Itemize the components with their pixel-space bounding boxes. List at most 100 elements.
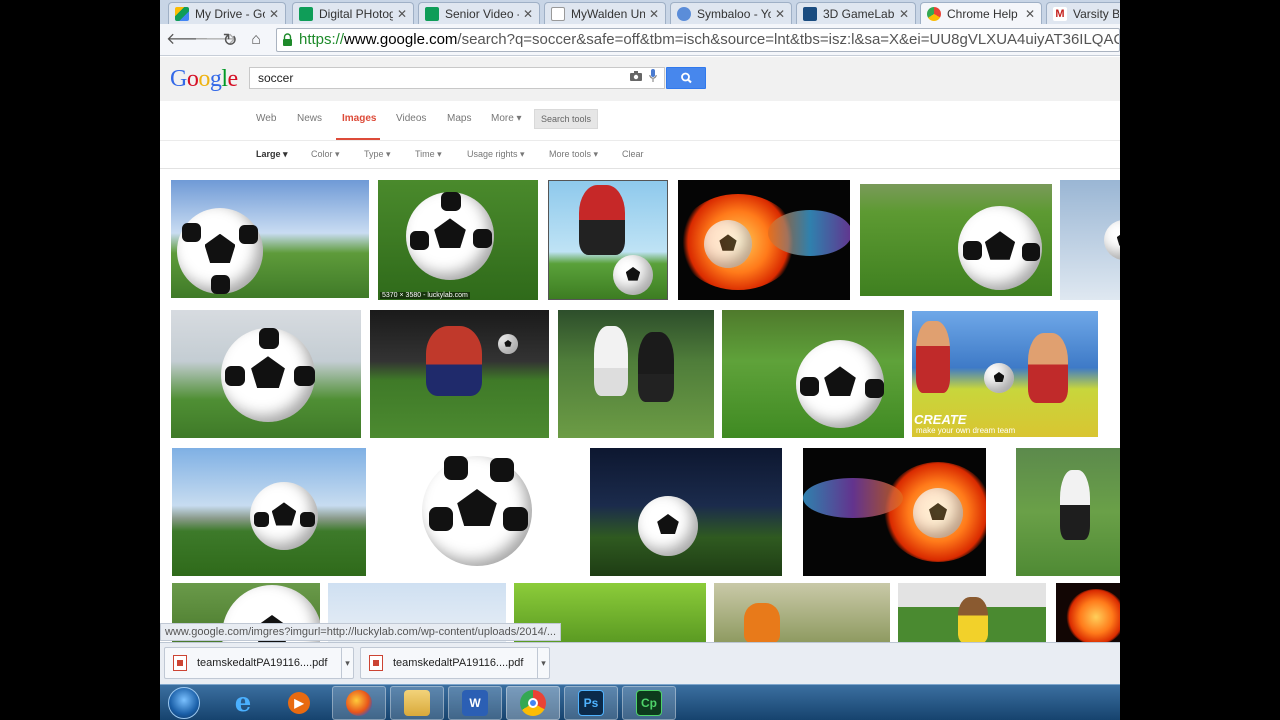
image-result[interactable] [558, 310, 714, 438]
start-button[interactable] [168, 687, 200, 719]
search-button[interactable] [666, 67, 706, 89]
taskbar-word[interactable]: W [448, 686, 502, 720]
player [579, 185, 625, 255]
media-player-icon: ▶ [288, 692, 310, 714]
image-result[interactable]: CREATE make your own dream team [912, 311, 1098, 437]
taskbar-photoshop[interactable]: Ps [564, 686, 618, 720]
tool-more-tools[interactable]: More tools ▾ [549, 149, 598, 160]
soccer-ball [422, 456, 532, 566]
chevron-down-icon[interactable]: ▾ [537, 648, 549, 678]
tool-clear[interactable]: Clear [622, 149, 644, 159]
tab-symbaloo[interactable]: Symbaloo - Yo ✕ [670, 2, 792, 24]
tab-more[interactable]: More ▾ [491, 113, 522, 124]
microphone-icon[interactable] [649, 69, 657, 83]
symbaloo-icon [677, 6, 691, 21]
logo-letter: G [170, 66, 187, 92]
address-bar[interactable]: https://www.google.com/search?q=soccer&s… [276, 28, 1120, 52]
ie-icon: e [234, 688, 252, 718]
close-icon[interactable]: ✕ [397, 7, 407, 21]
download-item[interactable]: teamskedaltPA19116....pdf ▾ [360, 647, 550, 679]
image-result[interactable]: 5370 × 3580 - luckylab.com [378, 180, 538, 300]
soccer-ball [796, 340, 884, 428]
tab-web[interactable]: Web [256, 113, 276, 124]
color-swirl [768, 210, 850, 256]
taskbar-captivate[interactable]: Cp [622, 686, 676, 720]
image-result[interactable] [548, 180, 668, 300]
close-icon[interactable]: ✕ [899, 7, 909, 21]
url-scheme: https:// [299, 31, 345, 48]
search-input[interactable]: soccer [249, 67, 665, 89]
tab-maps[interactable]: Maps [447, 113, 471, 124]
search-tools-button[interactable]: Search tools [534, 109, 598, 129]
close-icon[interactable]: ✕ [523, 7, 533, 21]
image-result[interactable] [171, 180, 369, 298]
tool-usage-rights[interactable]: Usage rights ▾ [467, 149, 525, 160]
download-item[interactable]: teamskedaltPA19116....pdf ▾ [164, 647, 354, 679]
image-result[interactable] [803, 448, 986, 576]
image-result[interactable] [172, 448, 366, 576]
tab-digital-photog[interactable]: Digital PHotog ✕ [292, 2, 414, 24]
back-icon[interactable]: 🡐 [166, 30, 209, 50]
tab-news[interactable]: News [297, 113, 322, 124]
tab-label: Chrome Help [947, 6, 1018, 21]
tab-label: Symbaloo - Yo [697, 6, 771, 21]
tab-label: Senior Video - [445, 6, 519, 21]
taskbar-ie[interactable]: e [216, 686, 270, 720]
taskbar-media-player[interactable]: ▶ [272, 686, 326, 720]
image-result[interactable] [171, 310, 361, 438]
tab-mywalden[interactable]: MyWalden Uni ✕ [544, 2, 666, 24]
player [638, 332, 674, 402]
tab-varsity-boy[interactable]: M Varsity Boy [1046, 2, 1120, 24]
create-subtext: make your own dream team [916, 426, 1016, 435]
tool-color[interactable]: Color ▾ [311, 149, 340, 160]
image-result[interactable] [590, 448, 782, 576]
soccer-ball [1104, 220, 1120, 260]
close-icon[interactable]: ✕ [269, 7, 279, 21]
tab-label: Varsity Boy [1073, 6, 1119, 21]
soccer-ball [613, 255, 653, 295]
chevron-down-icon[interactable]: ▾ [341, 648, 353, 678]
google-header: Google soccer [160, 57, 1120, 101]
image-result[interactable] [860, 184, 1052, 296]
download-filename: teamskedaltPA19116....pdf [197, 657, 328, 669]
close-icon[interactable]: ✕ [1025, 7, 1035, 21]
forward-icon[interactable]: 🡒 [194, 30, 237, 50]
tab-chrome-help[interactable]: Chrome Help ✕ [920, 2, 1042, 24]
image-result[interactable] [1056, 583, 1120, 642]
close-icon[interactable]: ✕ [649, 7, 659, 21]
close-icon[interactable]: ✕ [775, 7, 785, 21]
taskbar-firefox[interactable] [332, 686, 386, 720]
google-logo[interactable]: Google [170, 66, 238, 93]
image-result[interactable] [386, 448, 569, 576]
image-result[interactable] [1060, 180, 1120, 300]
image-result[interactable] [898, 583, 1046, 642]
chrome-icon [927, 6, 941, 21]
home-icon[interactable]: ⌂ [246, 30, 266, 50]
tab-3d-gamelab[interactable]: 3D GameLab ✕ [796, 2, 916, 24]
tab-senior-video[interactable]: Senior Video - ✕ [418, 2, 540, 24]
tab-images[interactable]: Images [342, 113, 376, 124]
player [1060, 470, 1090, 540]
image-result[interactable] [722, 310, 904, 438]
search-icon [681, 72, 692, 84]
image-result[interactable] [370, 310, 549, 438]
image-size-caption: 5370 × 3580 - luckylab.com [380, 292, 470, 299]
tool-time[interactable]: Time ▾ [415, 149, 442, 160]
photoshop-icon: Ps [578, 690, 604, 716]
tool-size[interactable]: Large ▾ [256, 149, 288, 160]
tab-my-drive[interactable]: My Drive - Goo ✕ [168, 2, 286, 24]
logo-letter: g [209, 66, 222, 92]
tab-videos[interactable]: Videos [396, 113, 426, 124]
logo-letter: o [186, 66, 199, 92]
reload-icon[interactable]: ↻ [220, 30, 240, 50]
downloads-bar: teamskedaltPA19116....pdf ▾ teamskedaltP… [160, 642, 1120, 684]
camera-icon[interactable] [630, 71, 642, 81]
taskbar-chrome[interactable] [506, 686, 560, 720]
tool-type[interactable]: Type ▾ [364, 149, 391, 160]
soccer-ball [406, 192, 494, 280]
logo-letter: o [198, 66, 210, 92]
image-result[interactable] [678, 180, 850, 300]
image-result[interactable] [714, 583, 890, 642]
image-result[interactable] [1016, 448, 1120, 576]
taskbar-explorer[interactable] [390, 686, 444, 720]
